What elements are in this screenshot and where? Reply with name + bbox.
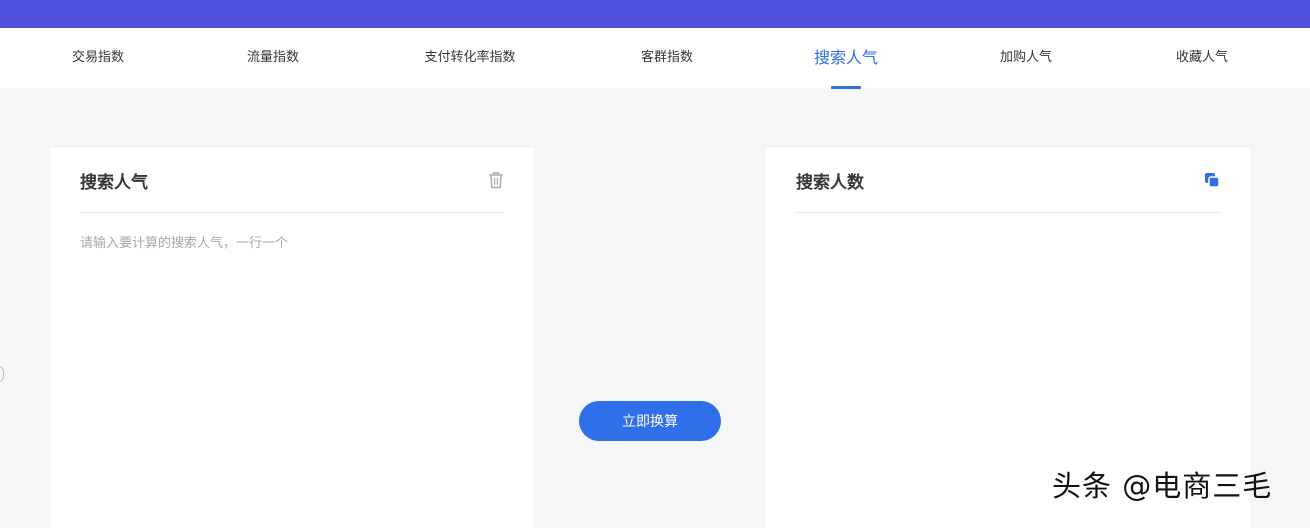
result-card-title: 搜索人数 xyxy=(796,173,864,193)
top-header-bar xyxy=(0,0,1310,28)
watermark-text: 头条 @电商三毛 xyxy=(1052,469,1273,503)
tab-payment-conversion-index[interactable]: 支付转化率指数 xyxy=(424,28,515,88)
copy-icon[interactable] xyxy=(1204,172,1220,188)
tab-add-to-cart-popularity[interactable]: 加购人气 xyxy=(1000,28,1052,88)
tab-search-popularity[interactable]: 搜索人气 xyxy=(814,28,878,88)
tab-transaction-index[interactable]: 交易指数 xyxy=(72,28,124,88)
index-tab-bar: 交易指数 流量指数 支付转化率指数 客群指数 搜索人气 加购人气 收藏人气 xyxy=(0,28,1310,89)
input-card-divider xyxy=(80,212,504,213)
result-card-divider xyxy=(796,212,1220,213)
convert-now-button[interactable]: 立即换算 xyxy=(579,401,721,441)
side-scroll-hint[interactable] xyxy=(0,366,4,382)
active-tab-indicator xyxy=(831,86,861,89)
tab-customer-group-index[interactable]: 客群指数 xyxy=(641,28,693,88)
trash-icon[interactable] xyxy=(488,171,504,189)
tab-traffic-index[interactable]: 流量指数 xyxy=(247,28,299,88)
tab-favorite-popularity[interactable]: 收藏人气 xyxy=(1176,28,1228,88)
input-card-title: 搜索人气 xyxy=(80,173,148,193)
search-popularity-input[interactable] xyxy=(80,232,504,512)
search-popularity-input-card: 搜索人气 xyxy=(50,148,534,528)
